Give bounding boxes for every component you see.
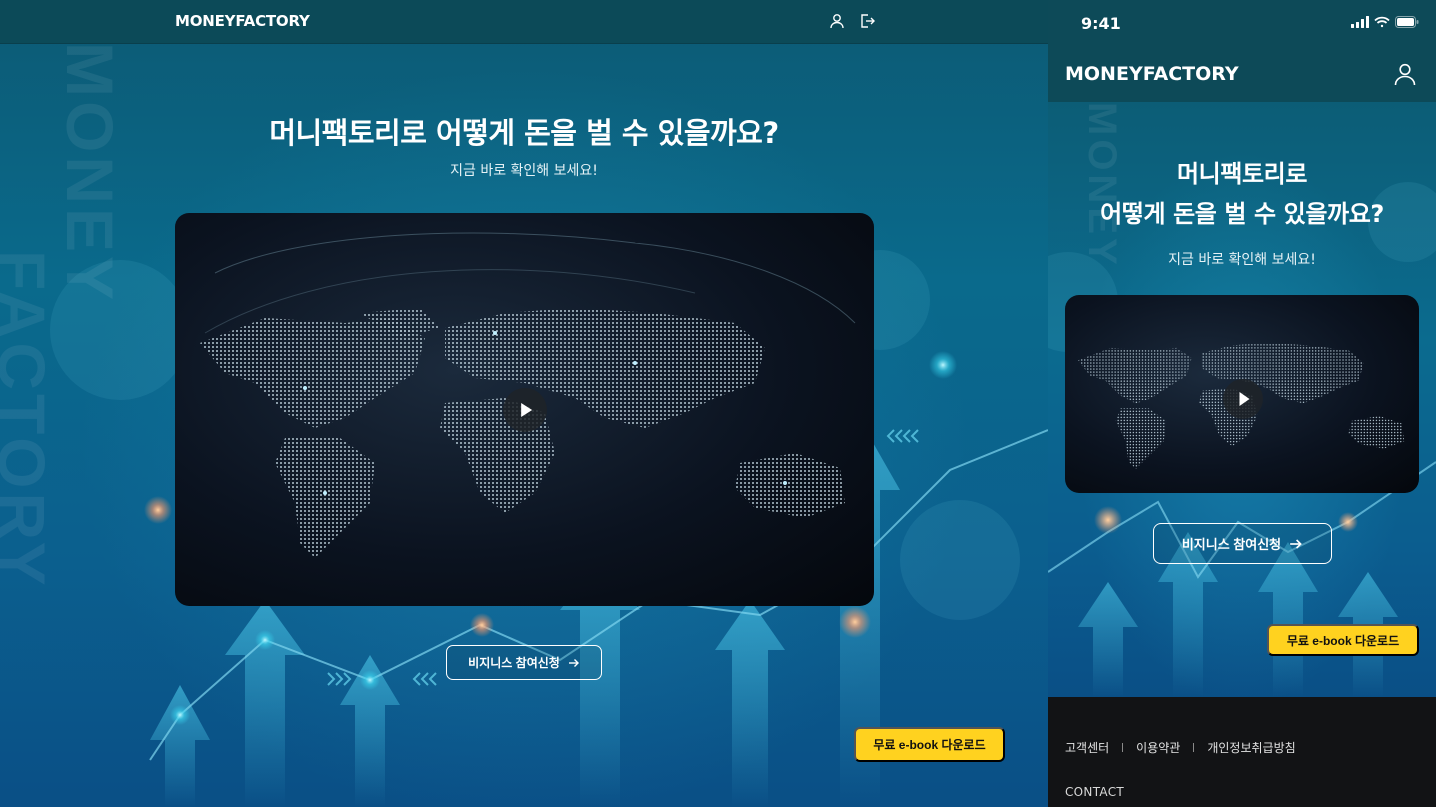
desktop-header: MONEYFACTORY [0, 0, 1048, 44]
page-title: 머니팩토리로 어떻게 돈을 벌 수 있을까요? [269, 116, 779, 150]
status-icons [1351, 16, 1419, 28]
page-title-line1: 머니팩토리로 [1176, 160, 1308, 188]
business-apply-label: 비지니스 참여신청 [1181, 537, 1282, 552]
mobile-view: 9:41 MONEYFACTORY MONEY 머니팩토리로 어떻게 돈을 벌 … [1048, 0, 1436, 807]
arrow-right-icon [1290, 538, 1302, 549]
free-ebook-download-button[interactable]: 무료 e-book 다운로드 [854, 727, 1005, 762]
wifi-icon [1374, 16, 1390, 28]
business-apply-label: 비지니스 참여신청 [468, 656, 560, 670]
page-subtitle: 지금 바로 확인해 보세요! [1168, 252, 1316, 268]
footer-link-customer-center[interactable]: 고객센터 [1065, 739, 1109, 756]
play-button[interactable] [1223, 379, 1263, 419]
footer-divider [1122, 743, 1124, 752]
logout-icon[interactable] [859, 13, 875, 29]
status-bar: 9:41 [1048, 0, 1436, 46]
user-icon[interactable] [1393, 62, 1417, 86]
mobile-header: MONEYFACTORY [1048, 46, 1436, 102]
header-actions [829, 13, 875, 29]
free-ebook-download-button[interactable]: 무료 e-book 다운로드 [1267, 624, 1419, 656]
brand-logo[interactable]: MONEYFACTORY [175, 12, 310, 30]
footer-link-terms[interactable]: 이용약관 [1136, 739, 1180, 756]
page-title-line2: 어떻게 돈을 벌 수 있을까요? [1100, 200, 1384, 228]
cellular-signal-icon [1351, 16, 1369, 28]
footer-divider [1193, 743, 1195, 752]
user-icon[interactable] [829, 13, 845, 29]
business-apply-button[interactable]: 비지니스 참여신청 [446, 645, 602, 680]
footer-links: 고객센터 이용약관 개인정보취급방침 [1065, 739, 1296, 756]
arrow-right-icon [568, 658, 579, 667]
business-apply-button[interactable]: 비지니스 참여신청 [1153, 523, 1332, 564]
footer-link-privacy[interactable]: 개인정보취급방침 [1207, 739, 1295, 756]
page-subtitle: 지금 바로 확인해 보세요! [450, 163, 598, 179]
mobile-hero: MONEY 머니팩토리로 어떻게 돈을 벌 수 있을까요? 지금 바로 확인해 … [1048, 102, 1436, 697]
brand-logo[interactable]: MONEYFACTORY [1065, 63, 1239, 85]
desktop-view: MONEY FACTORY MONEYFACTORY 머니팩토리로 어떻게 돈을… [0, 0, 1048, 807]
footer-contact: CONTACT [1065, 785, 1125, 799]
watermark-factory: FACTORY [0, 250, 59, 590]
mobile-footer: 고객센터 이용약관 개인정보취급방침 CONTACT [1048, 697, 1436, 807]
battery-icon [1395, 16, 1419, 28]
page-title: 머니팩토리로 어떻게 돈을 벌 수 있을까요? [1048, 154, 1436, 234]
status-time: 9:41 [1081, 14, 1121, 33]
app-root: MONEY FACTORY MONEYFACTORY 머니팩토리로 어떻게 돈을… [0, 0, 1436, 807]
play-button[interactable] [503, 388, 547, 432]
